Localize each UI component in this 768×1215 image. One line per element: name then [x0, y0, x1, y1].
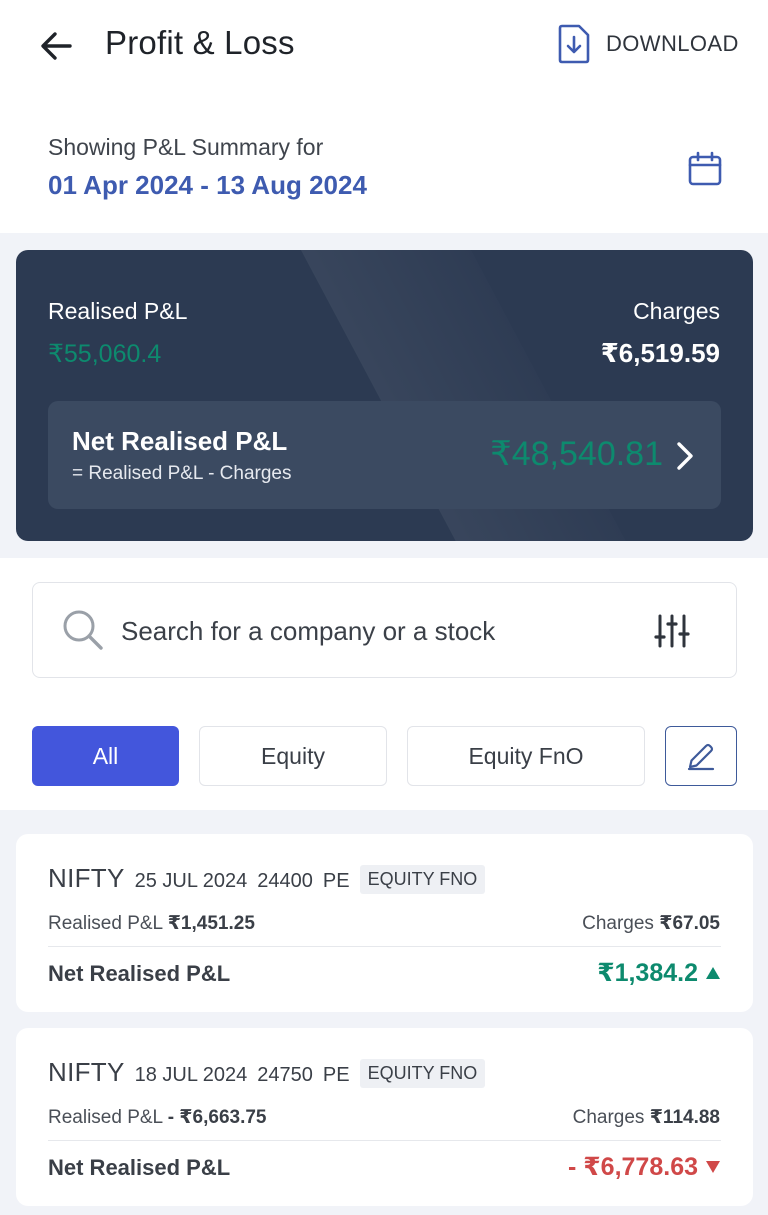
position-card[interactable]: NIFTY 25 JUL 2024 24400 PE EQUITY FNO Re… — [16, 834, 753, 1012]
position-net-value: - ₹6,778.63 — [568, 1153, 698, 1181]
segment-badge: EQUITY FNO — [359, 1059, 486, 1088]
position-symbol: NIFTY — [48, 1057, 125, 1087]
position-net-value: ₹1,384.2 — [597, 959, 698, 987]
chevron-right-icon — [677, 442, 693, 470]
position-charges-label: Charges — [582, 913, 654, 934]
download-button[interactable]: DOWNLOAD — [556, 22, 739, 66]
search-input[interactable] — [121, 613, 621, 649]
edit-filters-button[interactable] — [665, 726, 737, 786]
summary-section: Showing P&L Summary for 01 Apr 2024 - 13… — [0, 90, 768, 233]
position-header: NIFTY 25 JUL 2024 24400 PE EQUITY FNO — [48, 863, 486, 896]
position-realised-label: Realised P&L — [48, 1107, 163, 1128]
position-charges: Charges ₹67.05 — [582, 912, 720, 935]
position-net: ₹1,384.2 — [597, 958, 720, 988]
search-filter-section: All Equity Equity FnO — [0, 558, 768, 810]
calendar-icon[interactable] — [686, 150, 724, 188]
position-option-type: PE — [322, 870, 350, 892]
app-header: Profit & Loss DOWNLOAD — [0, 0, 768, 90]
sliders-icon[interactable] — [654, 613, 690, 649]
net-realised-value: ₹48,540.81 — [490, 435, 663, 473]
pencil-icon — [687, 743, 715, 771]
position-realised-label: Realised P&L — [48, 913, 163, 934]
position-expiry: 18 JUL 2024 — [134, 1064, 248, 1086]
position-strike: 24750 — [257, 1064, 313, 1086]
triangle-down-icon — [706, 1161, 720, 1173]
arrow-left-icon[interactable] — [36, 26, 76, 66]
position-card[interactable]: NIFTY 18 JUL 2024 24750 PE EQUITY FNO Re… — [16, 1028, 753, 1206]
divider — [48, 1140, 721, 1141]
position-charges-label: Charges — [572, 1107, 645, 1128]
pnl-overview-card: Realised P&L ₹55,060.4 Charges ₹6,519.59… — [16, 250, 753, 541]
position-charges-value: ₹67.05 — [659, 913, 720, 934]
filter-equity-fno-chip[interactable]: Equity FnO — [407, 726, 645, 786]
position-realised: Realised P&L - ₹6,663.75 — [48, 1106, 267, 1129]
search-box — [32, 582, 737, 678]
position-realised-value: - ₹6,663.75 — [167, 1107, 267, 1128]
position-header: NIFTY 18 JUL 2024 24750 PE EQUITY FNO — [48, 1057, 486, 1090]
net-realised-formula: = Realised P&L - Charges — [72, 463, 292, 484]
charges-value: ₹6,519.59 — [600, 338, 720, 368]
position-realised-value: ₹1,451.25 — [167, 913, 255, 934]
position-strike: 24400 — [257, 870, 313, 892]
position-net-label: Net Realised P&L — [48, 961, 231, 986]
position-symbol: NIFTY — [48, 863, 125, 893]
position-realised: Realised P&L ₹1,451.25 — [48, 912, 255, 935]
realised-pnl-value: ₹55,060.4 — [48, 340, 162, 368]
filter-equity-chip[interactable]: Equity — [199, 726, 387, 786]
position-net: - ₹6,778.63 — [568, 1152, 720, 1182]
divider — [48, 946, 721, 947]
download-label: DOWNLOAD — [606, 31, 739, 56]
summary-label: Showing P&L Summary for — [48, 134, 324, 160]
charges-label: Charges — [633, 298, 720, 324]
triangle-up-icon — [706, 967, 720, 979]
search-icon — [63, 610, 103, 650]
position-option-type: PE — [322, 1064, 350, 1086]
position-net-label: Net Realised P&L — [48, 1155, 231, 1180]
position-expiry: 25 JUL 2024 — [134, 870, 248, 892]
position-charges-value: ₹114.88 — [649, 1107, 720, 1128]
file-download-icon — [558, 24, 590, 64]
net-realised-title: Net Realised P&L — [72, 426, 288, 456]
segment-badge: EQUITY FNO — [359, 865, 486, 894]
date-range[interactable]: 01 Apr 2024 - 13 Aug 2024 — [48, 170, 367, 201]
page-title: Profit & Loss — [105, 24, 295, 61]
position-charges: Charges ₹114.88 — [573, 1106, 720, 1129]
filter-all-chip[interactable]: All — [32, 726, 179, 786]
realised-pnl-label: Realised P&L — [48, 298, 188, 324]
net-realised-pnl-button[interactable]: Net Realised P&L = Realised P&L - Charge… — [48, 401, 721, 509]
